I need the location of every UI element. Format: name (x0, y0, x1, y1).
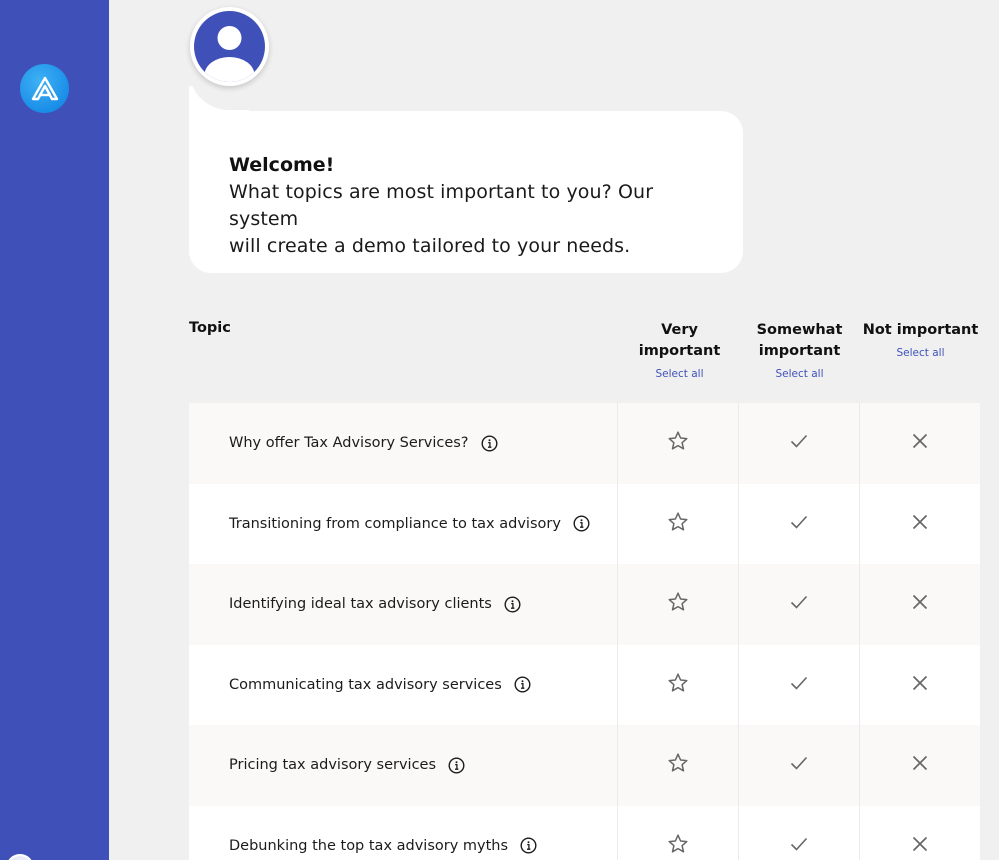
welcome-text-line-1: What topics are most important to you? O… (229, 181, 654, 230)
somewhat-important-option[interactable] (739, 805, 860, 860)
select-all-not-important-link[interactable]: Select all (897, 347, 945, 359)
topic-label: Transitioning from compliance to tax adv… (229, 515, 561, 532)
close-icon (911, 674, 929, 696)
very-important-column-header: Very important Select all (619, 320, 740, 381)
topic-cell: Identifying ideal tax advisory clients (189, 564, 618, 645)
very-important-option[interactable] (618, 483, 739, 564)
star-icon (667, 511, 689, 537)
not-important-option[interactable] (860, 484, 980, 565)
very-important-option[interactable] (618, 725, 739, 806)
topics-table: Why offer Tax Advisory Services? Transit… (189, 403, 980, 860)
not-important-column-header: Not important Select all (860, 320, 981, 360)
check-icon (789, 753, 809, 777)
not-important-option[interactable] (860, 403, 980, 484)
check-icon (789, 431, 809, 455)
very-important-option[interactable] (618, 805, 739, 860)
select-all-somewhat-important-link[interactable]: Select all (776, 368, 824, 380)
check-icon (789, 673, 809, 697)
welcome-title: Welcome! (229, 154, 335, 176)
topic-cell: Transitioning from compliance to tax adv… (189, 483, 618, 564)
topic-label: Communicating tax advisory services (229, 676, 502, 693)
somewhat-important-option[interactable] (739, 644, 860, 725)
info-icon[interactable] (573, 515, 590, 532)
star-icon (667, 752, 689, 778)
help-icon[interactable] (6, 854, 34, 860)
very-important-option[interactable] (618, 564, 739, 645)
not-important-option[interactable] (860, 806, 980, 860)
topic-label: Why offer Tax Advisory Services? (229, 435, 469, 452)
check-icon (789, 592, 809, 616)
welcome-text-line-2: will create a demo tailored to your need… (229, 235, 631, 257)
not-important-option[interactable] (860, 564, 980, 645)
somewhat-important-option[interactable] (739, 564, 860, 645)
somewhat-important-label-line-2: important (758, 343, 841, 359)
sidebar (0, 0, 109, 860)
topic-cell: Why offer Tax Advisory Services? (189, 403, 618, 484)
welcome-message-bubble: Welcome! What topics are most important … (189, 111, 743, 273)
close-icon (911, 754, 929, 776)
somewhat-important-label-line-1: Somewhat (756, 322, 843, 338)
table-row: Why offer Tax Advisory Services? (189, 403, 980, 484)
info-icon[interactable] (514, 676, 531, 693)
check-icon (789, 834, 809, 858)
not-important-option[interactable] (860, 725, 980, 806)
topic-cell: Debunking the top tax advisory myths (189, 805, 618, 860)
topic-column-header: Topic (189, 320, 231, 336)
check-icon (789, 512, 809, 536)
star-icon (667, 430, 689, 456)
info-icon[interactable] (480, 435, 498, 452)
user-avatar-icon (190, 7, 269, 86)
info-icon[interactable] (448, 757, 465, 774)
topic-label: Debunking the top tax advisory myths (229, 837, 509, 854)
table-row: Debunking the top tax advisory myths (189, 805, 980, 860)
not-important-option[interactable] (860, 645, 980, 726)
star-icon (667, 833, 689, 859)
select-all-very-important-link[interactable]: Select all (656, 368, 704, 380)
info-icon[interactable] (504, 596, 521, 613)
topic-label: Identifying ideal tax advisory clients (229, 596, 492, 613)
info-icon[interactable] (520, 837, 537, 854)
topic-cell: Communicating tax advisory services (189, 644, 618, 725)
table-row: Transitioning from compliance to tax adv… (189, 483, 980, 565)
somewhat-important-option[interactable] (739, 725, 860, 806)
very-important-option[interactable] (618, 403, 739, 484)
close-icon (911, 513, 929, 535)
star-icon (667, 591, 689, 617)
somewhat-important-column-header: Somewhat important Select all (739, 320, 860, 381)
close-icon (911, 432, 929, 454)
brand-logo-icon[interactable] (20, 64, 69, 113)
somewhat-important-option[interactable] (739, 403, 860, 484)
not-important-label: Not important (862, 322, 979, 338)
topic-cell: Pricing tax advisory services (189, 725, 618, 806)
star-icon (667, 672, 689, 698)
table-row: Communicating tax advisory services (189, 644, 980, 726)
very-important-label: Very important (638, 322, 721, 359)
close-icon (911, 593, 929, 615)
topic-label: Pricing tax advisory services (229, 757, 437, 774)
table-row: Pricing tax advisory services (189, 725, 980, 806)
somewhat-important-option[interactable] (739, 483, 860, 564)
table-row: Identifying ideal tax advisory clients (189, 564, 980, 645)
close-icon (911, 835, 929, 857)
very-important-option[interactable] (618, 644, 739, 725)
